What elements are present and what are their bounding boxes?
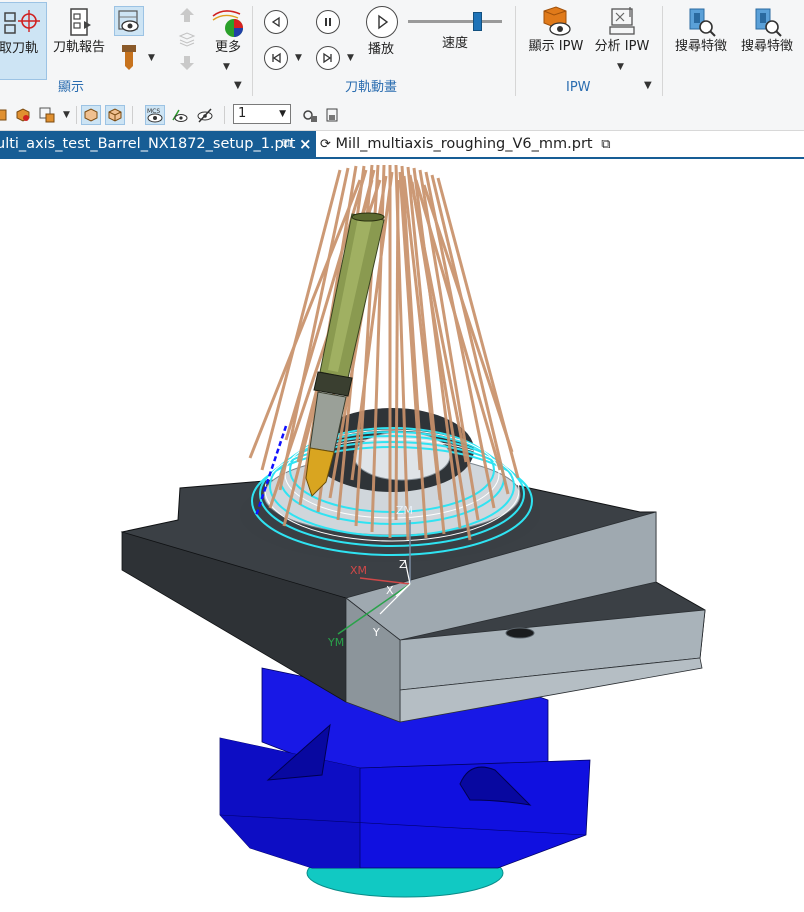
separator-2: [515, 6, 516, 96]
speed-label: 速度: [442, 36, 469, 51]
move-up-button[interactable]: [178, 6, 196, 24]
move-down-button[interactable]: [178, 54, 196, 72]
more-label: 更多: [214, 40, 241, 55]
display-options-button[interactable]: [114, 6, 144, 36]
skip-start-button[interactable]: [264, 46, 288, 70]
find-feature-icon: [689, 8, 716, 37]
tb-separator-3: [224, 106, 225, 124]
layer-button[interactable]: [178, 30, 196, 48]
analyze-ipw-label: 分析 IPW: [594, 39, 650, 54]
axis-label-z: Z: [399, 558, 407, 571]
pick-toolpath-label: 取刀軌: [0, 41, 38, 56]
toolpath-report-label: 刀軌報告: [52, 40, 105, 55]
layer-settings-icon[interactable]: [301, 106, 319, 124]
tab-inactive-part[interactable]: ⟳ Mill_multiaxis_roughing_V6_mm.prt ⧉: [320, 131, 611, 157]
axis-label-x: X: [386, 584, 394, 597]
graphics-viewport[interactable]: ZM XM YM Z X Y: [0, 159, 804, 912]
drill-tool-icon: [122, 45, 136, 70]
more-dropdown-icon: ▼: [223, 62, 230, 72]
find-feature-button-1[interactable]: 搜尋特徵: [670, 2, 732, 78]
axis-label-xm: XM: [350, 564, 367, 577]
layer-select-dropdown-icon: ▼: [279, 109, 286, 119]
separator-1: [252, 6, 253, 96]
find-feature-icon: [755, 8, 782, 37]
display-group-label: 顯示: [58, 80, 85, 95]
secondary-toolbar: ▼ MCS: [0, 100, 804, 131]
more-button[interactable]: 更多 ▼: [208, 2, 248, 78]
layer-visibility-icon[interactable]: [323, 106, 341, 124]
wireframe-view-icon[interactable]: [105, 105, 125, 125]
skip-end-dropdown-icon[interactable]: ▼: [347, 53, 354, 63]
mcs-view-icon[interactable]: MCS: [145, 105, 165, 125]
toolpath-report-icon: [70, 8, 91, 36]
tab-close-icon[interactable]: ×: [299, 131, 312, 157]
more-chart-icon: [212, 10, 243, 37]
axis-label-ym: YM: [327, 636, 344, 649]
ribbon: 取刀軌 刀軌報告 ▼ 更多 ▼ 顯示 ▼ 播放 ▼ ▼ 速度 刀軌動畫 顯示 I…: [0, 0, 804, 101]
show-path-icon[interactable]: [170, 106, 188, 124]
speed-slider-thumb[interactable]: [473, 12, 482, 31]
plate-hole: [505, 627, 535, 639]
show-ipw-button[interactable]: 顯示 IPW: [524, 2, 588, 78]
display-eye-icon: [118, 10, 139, 32]
select-body-icon[interactable]: [0, 106, 12, 124]
step-back-button[interactable]: [264, 10, 288, 34]
tab-inactive-label: Mill_multiaxis_roughing_V6_mm.prt: [335, 136, 593, 152]
pick-toolpath-icon: [3, 10, 40, 34]
arrow-down-icon: [180, 56, 194, 70]
axis-label-y: Y: [372, 626, 380, 639]
play-icon: [378, 14, 389, 30]
play-label: 播放: [368, 42, 395, 57]
select-solid-icon[interactable]: [14, 106, 32, 124]
pick-toolpath-button[interactable]: 取刀軌: [0, 2, 47, 80]
tab-inactive-sync-icon[interactable]: ⧉: [601, 137, 610, 152]
play-button[interactable]: [366, 6, 398, 38]
shaded-view-icon[interactable]: [81, 105, 101, 125]
speed-slider[interactable]: [408, 12, 502, 32]
separator-3: [662, 6, 663, 96]
layers-icon: [178, 32, 196, 47]
document-tabs: ulti_axis_test_Barrel_NX1872_setup_1.prt…: [0, 131, 804, 159]
tab-active-sync-icon[interactable]: ⧉: [282, 131, 291, 157]
ipw-group-label: IPW: [566, 80, 591, 95]
layer-select[interactable]: 1 ▼: [233, 104, 291, 124]
step-back-icon: [271, 16, 280, 28]
speed-slider-track: [408, 20, 502, 23]
display-group-expand-icon[interactable]: ▼: [234, 80, 242, 91]
skip-start-dropdown-icon[interactable]: ▼: [295, 53, 302, 63]
analyze-ipw-button[interactable]: 分析 IPW ▼: [590, 2, 654, 78]
tb-separator-1: [76, 106, 77, 124]
hide-path-icon[interactable]: [196, 106, 214, 124]
pause-icon: [325, 18, 331, 26]
ipw-group-expand-icon[interactable]: ▼: [644, 80, 652, 91]
layer-select-value: 1: [238, 106, 247, 121]
tb-separator-2: [132, 106, 133, 124]
analyze-ipw-icon: [609, 7, 635, 35]
find-feature-label-2: 搜尋特徵: [740, 39, 793, 54]
analyze-ipw-dropdown-icon: ▼: [617, 62, 624, 72]
animation-group-label: 刀軌動畫: [345, 80, 398, 95]
show-ipw-icon: [543, 6, 571, 36]
tab-inactive-refresh-icon: ⟳: [320, 137, 331, 152]
skip-end-icon: [323, 52, 332, 64]
arrow-up-icon: [180, 8, 194, 22]
tool-display-button[interactable]: ▼: [118, 44, 155, 72]
tab-active-part[interactable]: ulti_axis_test_Barrel_NX1872_setup_1.prt…: [0, 131, 316, 157]
tool-display-dropdown-icon[interactable]: ▼: [148, 53, 155, 63]
find-feature-button-2[interactable]: 搜尋特徵: [736, 2, 798, 78]
find-feature-label-1: 搜尋特徵: [674, 39, 727, 54]
tab-active-label: ulti_axis_test_Barrel_NX1872_setup_1.prt: [0, 136, 296, 152]
show-ipw-label: 顯示 IPW: [528, 39, 584, 54]
skip-start-icon: [272, 52, 281, 64]
select-face-icon[interactable]: [38, 106, 56, 124]
select-dropdown-icon[interactable]: ▼: [63, 110, 70, 120]
axis-label-zm: ZM: [396, 504, 413, 517]
pause-button[interactable]: [316, 10, 340, 34]
toolpath-report-button[interactable]: 刀軌報告: [50, 2, 108, 78]
skip-end-button[interactable]: [316, 46, 340, 70]
cam-scene[interactable]: ZM XM YM Z X Y: [0, 159, 804, 912]
